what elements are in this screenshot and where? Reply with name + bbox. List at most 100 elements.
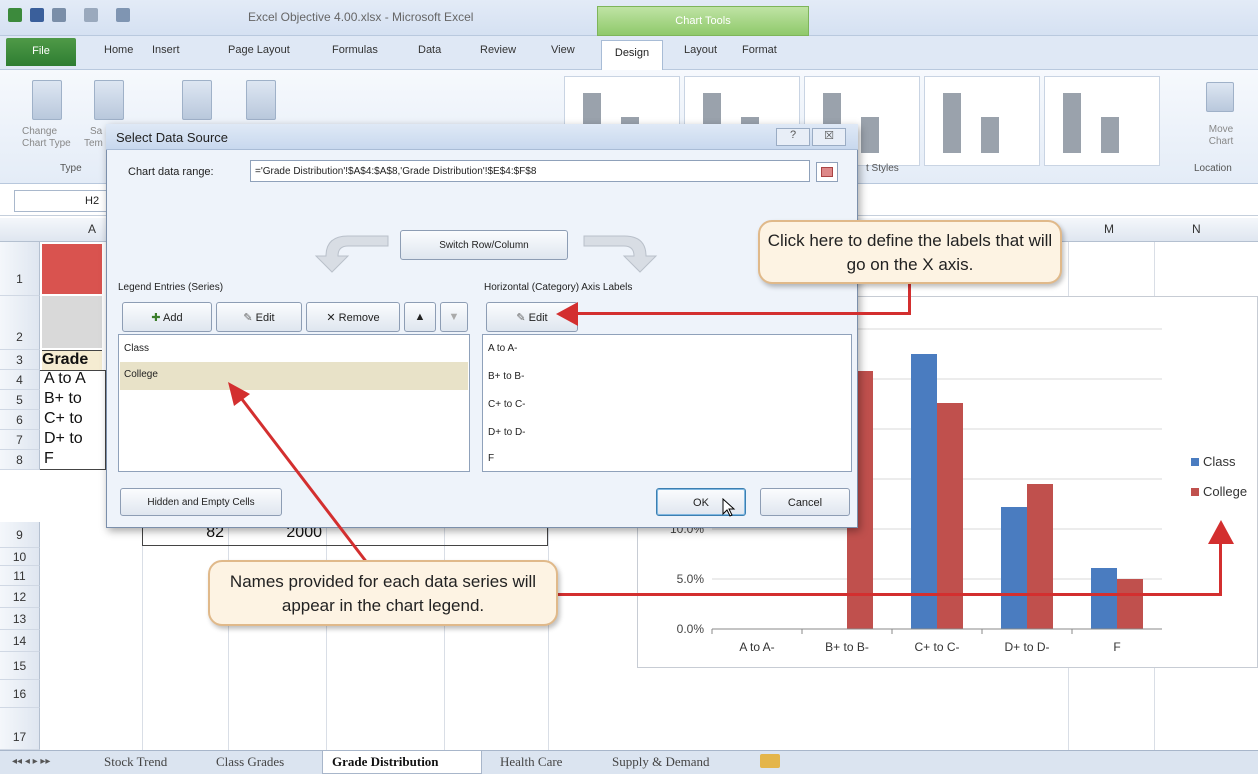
column-header-n[interactable]: N: [1192, 222, 1201, 236]
category-item[interactable]: C+ to C-: [484, 392, 526, 420]
column-header-m[interactable]: M: [1104, 222, 1114, 236]
x-tick-label: C+ to C-: [914, 640, 959, 654]
template-label[interactable]: Tem: [84, 138, 103, 149]
row-header-13[interactable]: 13: [0, 608, 40, 630]
series-item-class[interactable]: Class: [120, 336, 468, 364]
legend-swatch-college: [1191, 488, 1199, 496]
tab-format[interactable]: Format: [742, 44, 777, 56]
add-label: Add: [163, 312, 183, 324]
excel-logo-icon: [8, 8, 22, 22]
row-header-5[interactable]: 5: [0, 390, 40, 410]
x-tick-label: B+ to B-: [825, 640, 869, 654]
row-header-16[interactable]: 16: [0, 680, 40, 708]
sheet-tab-class-grades[interactable]: Class Grades: [216, 754, 284, 770]
row-header-7[interactable]: 7: [0, 430, 40, 450]
change-chart-type-icon[interactable]: [32, 80, 62, 120]
tab-design[interactable]: Design: [601, 40, 663, 70]
grade-header-cell[interactable]: Grade: [42, 350, 102, 370]
grade-header-text: Grade: [42, 351, 89, 368]
save-template-label[interactable]: Sa: [90, 126, 102, 137]
print-icon[interactable]: [116, 8, 130, 22]
collapse-range-icon[interactable]: [816, 162, 838, 182]
row-header-1[interactable]: 1: [0, 242, 40, 296]
category-item[interactable]: F: [484, 446, 494, 474]
category-item[interactable]: B+ to B-: [484, 364, 524, 392]
sheet-tab-stock-trend[interactable]: Stock Trend: [104, 754, 167, 770]
legend-swatch-class: [1191, 458, 1199, 466]
remove-icon: ✕: [326, 312, 339, 324]
chart-style-4[interactable]: [924, 76, 1040, 166]
close-button[interactable]: ☒: [812, 128, 846, 146]
tab-view[interactable]: View: [551, 44, 575, 56]
cancel-button[interactable]: Cancel: [760, 488, 850, 516]
triangle-down-icon: ▼: [448, 311, 460, 323]
categories-listbox[interactable]: [482, 334, 852, 472]
callout-axis-arrow-line: [574, 312, 911, 315]
chart-data-range-label: Chart data range:: [128, 166, 214, 178]
left-curved-arrow-icon: [314, 235, 389, 273]
move-chart-icon[interactable]: [1206, 82, 1234, 112]
add-icon: ✚: [151, 312, 164, 324]
undo-icon[interactable]: [52, 8, 66, 22]
edit-icon: ✎: [243, 312, 256, 324]
sheet-tab-supply-demand[interactable]: Supply & Demand: [612, 754, 710, 770]
change-chart-type-label[interactable]: Change Chart Type: [22, 126, 82, 150]
move-down-button[interactable]: ▼: [440, 302, 468, 332]
switch-row-column-ribbon-icon[interactable]: [182, 80, 212, 120]
chart-bar-college: [1027, 484, 1053, 629]
callout-legend-line: [556, 593, 1222, 596]
redo-icon[interactable]: [84, 8, 98, 22]
sheet-tab-health-care[interactable]: Health Care: [500, 754, 562, 770]
chart-style-5[interactable]: [1044, 76, 1160, 166]
edit-icon: ✎: [516, 312, 529, 324]
arrow-up-icon: [1208, 520, 1234, 544]
row-header-2[interactable]: 2: [0, 296, 40, 350]
tab-formulas[interactable]: Formulas: [332, 44, 378, 56]
title-bar: Excel Objective 4.00.xlsx - Microsoft Ex…: [0, 0, 1258, 36]
chart-bar-college: [1117, 579, 1143, 629]
tab-file[interactable]: File: [6, 38, 76, 66]
row-header-15[interactable]: 15: [0, 652, 40, 680]
row-header-17[interactable]: 17: [0, 708, 40, 750]
row-header-4[interactable]: 4: [0, 370, 40, 390]
row-header-8[interactable]: 8: [0, 450, 40, 470]
y-tick-label: 0.0%: [677, 622, 705, 636]
help-button[interactable]: ?: [776, 128, 810, 146]
data-range-border: [40, 370, 106, 470]
row-header-9[interactable]: 9: [0, 522, 40, 548]
category-item[interactable]: A to A-: [484, 336, 517, 364]
row-header-11[interactable]: 11: [0, 566, 40, 586]
sheet-tab-grade-distribution[interactable]: Grade Distribution: [332, 754, 439, 770]
tab-layout[interactable]: Layout: [684, 44, 717, 56]
chart-bar-class: [1091, 568, 1117, 629]
insert-sheet-icon[interactable]: [760, 754, 780, 768]
move-up-button[interactable]: ▲: [404, 302, 436, 332]
callout-axis-connector: [908, 282, 911, 314]
row-header-10[interactable]: 10: [0, 548, 40, 566]
tab-home[interactable]: Home: [104, 44, 133, 56]
edit-series-button[interactable]: ✎ Edit: [216, 302, 302, 332]
chart-data-range-input[interactable]: ='Grade Distribution'!$A$4:$A$8,'Grade D…: [250, 160, 810, 182]
remove-series-button[interactable]: ✕ Remove: [306, 302, 400, 332]
category-item[interactable]: D+ to D-: [484, 420, 526, 448]
chart-bar-class: [1001, 507, 1027, 629]
row-header-6[interactable]: 6: [0, 410, 40, 430]
row-header-14[interactable]: 14: [0, 630, 40, 652]
tab-data[interactable]: Data: [418, 44, 441, 56]
tab-review[interactable]: Review: [480, 44, 516, 56]
save-as-template-icon[interactable]: [94, 80, 124, 120]
select-data-ribbon-icon[interactable]: [246, 80, 276, 120]
mouse-cursor-icon: [722, 498, 736, 517]
move-chart-label[interactable]: Move Chart: [1196, 124, 1246, 148]
save-icon[interactable]: [30, 8, 44, 22]
tab-insert[interactable]: Insert: [152, 44, 180, 56]
switch-row-column-button[interactable]: Switch Row/Column: [400, 230, 568, 260]
sheet-nav-icon[interactable]: ◂◂ ◂ ▸ ▸▸: [12, 756, 50, 767]
add-series-button[interactable]: ✚ Add: [122, 302, 212, 332]
column-header-a[interactable]: A: [88, 222, 96, 236]
row-header-12[interactable]: 12: [0, 586, 40, 608]
axis-labels-callout: Click here to define the labels that wil…: [758, 220, 1062, 284]
tab-page-layout[interactable]: Page Layout: [228, 44, 290, 56]
row-header-3[interactable]: 3: [0, 350, 40, 370]
callout-legend-connector: [1219, 540, 1222, 596]
